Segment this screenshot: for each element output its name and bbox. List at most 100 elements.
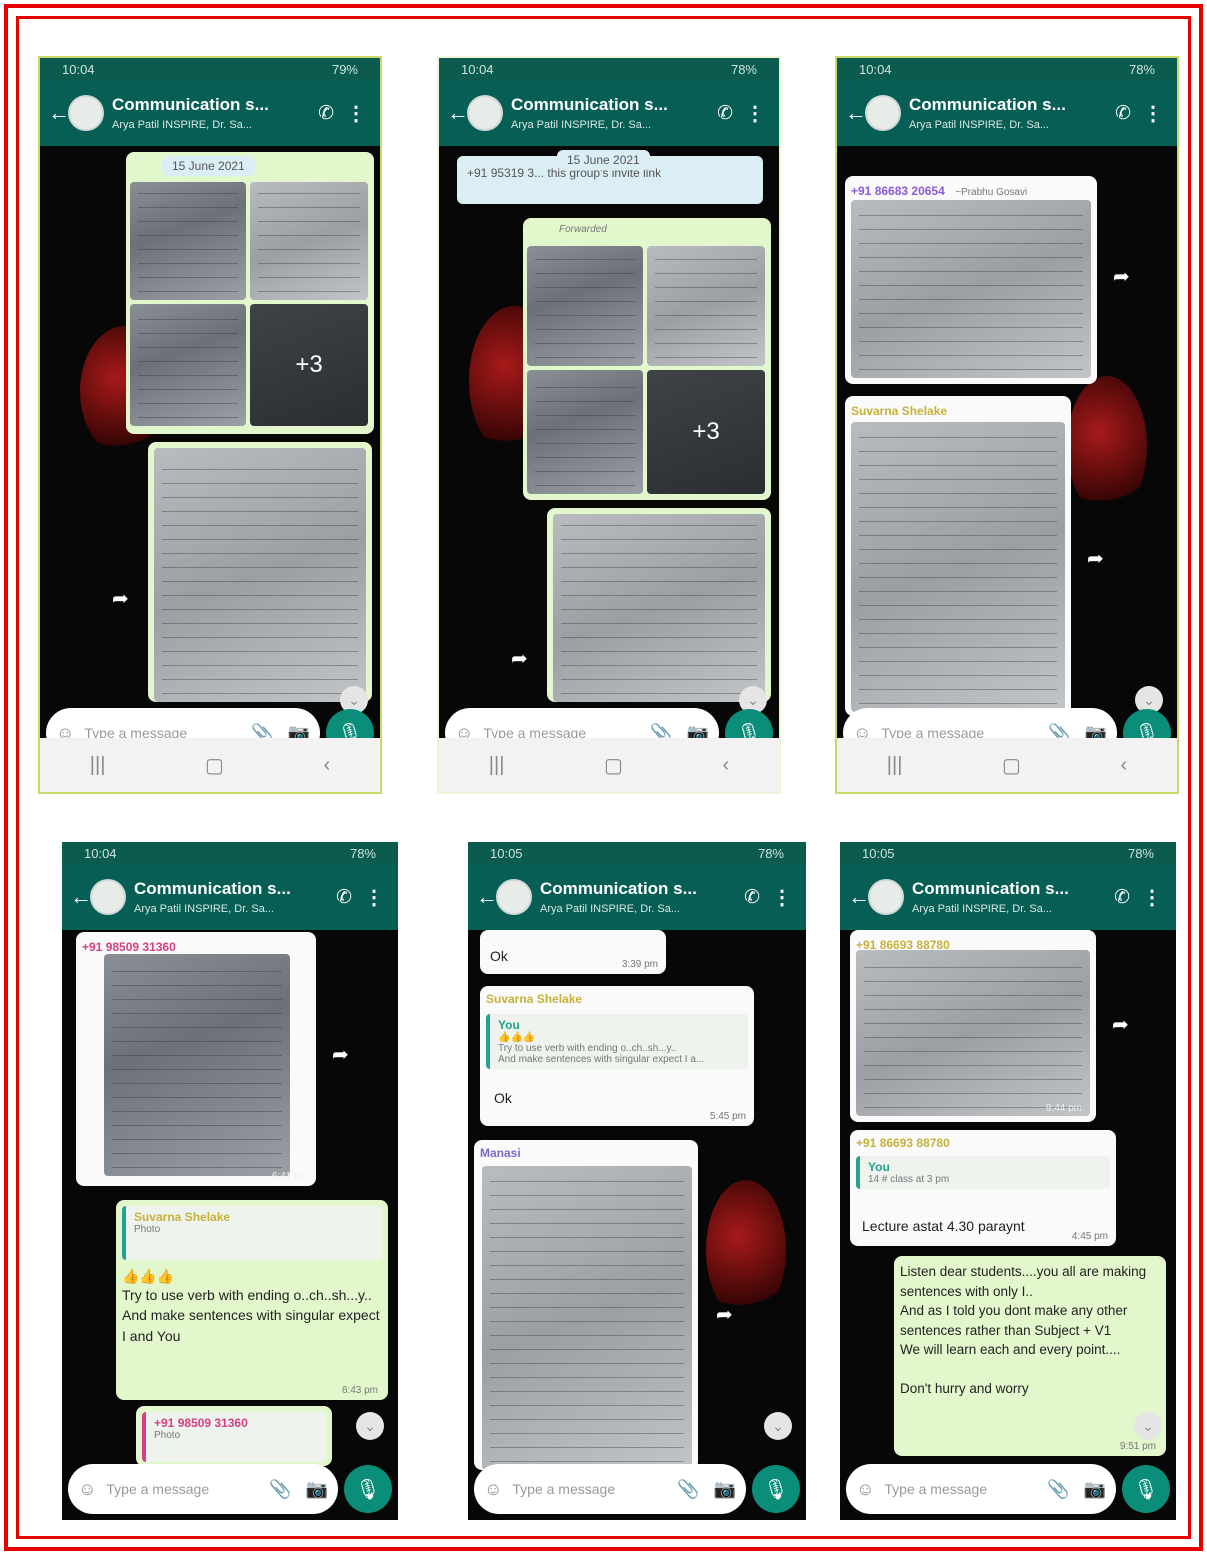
chat-area[interactable]: +91 95319 3... this group's invite link … — [439, 146, 779, 792]
chat-area[interactable]: +91 98509 31360 6:41 pm ➦ Suvarna Shelak… — [62, 930, 398, 1520]
image-tile[interactable] — [527, 246, 643, 366]
emoji-icon[interactable]: ☺ — [78, 1479, 96, 1500]
message-input[interactable]: ☺ Type a message 📎 📷 — [68, 1464, 338, 1514]
group-avatar[interactable] — [467, 95, 503, 131]
camera-icon[interactable]: 📷 — [714, 1479, 736, 1500]
chat-title[interactable]: Communication s... — [912, 879, 1102, 899]
sender-name[interactable]: Suvarna Shelake — [486, 992, 748, 1006]
chat-area[interactable]: +91 86683 20654 ~Prabhu Gosavi Suvarna S… — [837, 146, 1177, 792]
image-tile[interactable] — [647, 246, 765, 366]
nav-back-icon[interactable]: ‹ — [723, 754, 730, 777]
back-arrow-icon[interactable]: ← — [447, 100, 469, 126]
mic-icon[interactable]: 🎙 — [1122, 1465, 1170, 1513]
sender-name[interactable]: +91 86683 20654 — [851, 184, 945, 198]
incoming-image-bubble[interactable]: +91 98509 31360 6:41 pm — [76, 932, 316, 1186]
message-input[interactable]: ☺ Type a message 📎 📷 — [474, 1464, 746, 1514]
chat-title[interactable]: Communication s... — [540, 879, 732, 899]
nav-back-icon[interactable]: ‹ — [324, 754, 331, 777]
forward-icon[interactable]: ➦ — [1113, 264, 1130, 289]
forward-icon[interactable]: ➦ — [1112, 1012, 1129, 1037]
recents-icon[interactable]: ||| — [489, 754, 505, 777]
more-images-tile[interactable]: +3 — [647, 370, 765, 494]
chat-area[interactable]: 15 June 2021 +3 ➦ ⌄ ☺ Type a message 📎 📷 🎙 … — [40, 146, 380, 792]
more-vert-icon[interactable]: ⋮ — [772, 885, 792, 910]
chat-title[interactable]: Communication s... — [134, 879, 324, 899]
more-vert-icon[interactable]: ⋮ — [745, 101, 765, 126]
quoted-message[interactable]: You 👍👍👍 Try to use verb with ending o..c… — [486, 1014, 748, 1069]
emoji-icon[interactable]: ☺ — [484, 1479, 502, 1500]
add-call-icon[interactable]: ✆ — [1114, 886, 1130, 909]
mic-icon[interactable]: 🎙 — [752, 1465, 800, 1513]
group-avatar[interactable] — [68, 95, 104, 131]
home-icon[interactable]: ▢ — [604, 753, 623, 778]
more-vert-icon[interactable]: ⋮ — [364, 885, 384, 910]
outgoing-message-bubble[interactable]: Listen dear students....you all are maki… — [894, 1256, 1166, 1456]
add-call-icon[interactable]: ✆ — [717, 102, 733, 125]
message-input[interactable]: ☺ Type a message 📎 📷 — [846, 1464, 1116, 1514]
outgoing-reply-bubble[interactable]: +91 98509 31360 Photo — [136, 1406, 332, 1466]
image-bubble[interactable] — [547, 508, 771, 702]
paperclip-icon[interactable]: 📎 — [1047, 1479, 1069, 1500]
add-call-icon[interactable]: ✆ — [1115, 102, 1131, 125]
image-bubble[interactable] — [148, 442, 372, 702]
more-vert-icon[interactable]: ⋮ — [346, 101, 366, 126]
incoming-message-bubble[interactable]: Ok 3:39 pm — [480, 930, 666, 974]
add-call-icon[interactable]: ✆ — [318, 102, 334, 125]
back-arrow-icon[interactable]: ← — [476, 884, 498, 910]
image-tile[interactable] — [130, 182, 246, 300]
back-arrow-icon[interactable]: ← — [70, 884, 92, 910]
incoming-image-bubble[interactable]: +91 86693 88780 9:44 pm — [850, 930, 1096, 1122]
scroll-down-icon[interactable]: ⌄ — [1134, 1412, 1162, 1440]
group-avatar[interactable] — [90, 879, 126, 915]
home-icon[interactable]: ▢ — [205, 753, 224, 778]
add-call-icon[interactable]: ✆ — [744, 886, 760, 909]
home-icon[interactable]: ▢ — [1002, 753, 1021, 778]
group-avatar[interactable] — [496, 879, 532, 915]
recents-icon[interactable]: ||| — [90, 754, 106, 777]
group-avatar[interactable] — [868, 879, 904, 915]
back-arrow-icon[interactable]: ← — [48, 100, 70, 126]
image-album-bubble[interactable]: Forwarded +3 — [523, 218, 771, 500]
forward-icon[interactable]: ➦ — [1087, 546, 1104, 571]
chat-title[interactable]: Communication s... — [112, 95, 306, 115]
image-tile[interactable] — [856, 950, 1090, 1116]
more-vert-icon[interactable]: ⋮ — [1142, 885, 1162, 910]
paperclip-icon[interactable]: 📎 — [269, 1479, 291, 1500]
chat-area[interactable]: Ok 3:39 pm Suvarna Shelake You 👍👍👍 Try t… — [468, 930, 806, 1520]
image-tile[interactable] — [130, 304, 246, 426]
emoji-icon[interactable]: ☺ — [856, 1479, 874, 1500]
camera-icon[interactable]: 📷 — [306, 1479, 328, 1500]
quoted-message[interactable]: You 14 # class at 3 pm — [856, 1156, 1110, 1189]
quoted-message[interactable]: Suvarna Shelake Photo — [122, 1206, 382, 1260]
chat-title[interactable]: Communication s... — [511, 95, 705, 115]
chat-area[interactable]: +91 86693 88780 9:44 pm ➦ +91 86693 8878… — [840, 930, 1176, 1520]
forward-icon[interactable]: ➦ — [716, 1302, 733, 1327]
incoming-image-bubble[interactable]: Suvarna Shelake — [845, 396, 1071, 716]
paperclip-icon[interactable]: 📎 — [677, 1479, 699, 1500]
image-tile[interactable] — [851, 200, 1091, 378]
recents-icon[interactable]: ||| — [887, 754, 903, 777]
incoming-reply-bubble[interactable]: Suvarna Shelake You 👍👍👍 Try to use verb … — [480, 986, 754, 1126]
image-tile[interactable] — [250, 182, 368, 300]
more-images-tile[interactable]: +3 — [250, 304, 368, 426]
mic-icon[interactable]: 🎙 — [344, 1465, 392, 1513]
image-album-bubble[interactable]: 15 June 2021 +3 — [126, 152, 374, 434]
sender-name[interactable]: +91 98509 31360 — [82, 940, 176, 954]
sender-name[interactable]: Suvarna Shelake — [851, 404, 947, 418]
forward-icon[interactable]: ➦ — [511, 646, 528, 671]
scroll-down-icon[interactable]: ⌄ — [356, 1412, 384, 1440]
back-arrow-icon[interactable]: ← — [848, 884, 870, 910]
quoted-message[interactable]: +91 98509 31360 Photo — [142, 1412, 326, 1462]
incoming-image-bubble[interactable]: +91 86683 20654 ~Prabhu Gosavi — [845, 176, 1097, 384]
sender-name[interactable]: +91 86693 88780 — [856, 1136, 1110, 1150]
outgoing-reply-bubble[interactable]: Suvarna Shelake Photo 👍👍👍 Try to use ver… — [116, 1200, 388, 1400]
scroll-down-icon[interactable]: ⌄ — [764, 1412, 792, 1440]
image-tile[interactable] — [851, 422, 1065, 712]
incoming-reply-bubble[interactable]: +91 86693 88780 You 14 # class at 3 pm L… — [850, 1130, 1116, 1246]
add-call-icon[interactable]: ✆ — [336, 886, 352, 909]
image-tile[interactable] — [527, 370, 643, 494]
chat-title[interactable]: Communication s... — [909, 95, 1103, 115]
forward-icon[interactable]: ➦ — [332, 1042, 349, 1067]
camera-icon[interactable]: 📷 — [1084, 1479, 1106, 1500]
more-vert-icon[interactable]: ⋮ — [1143, 101, 1163, 126]
